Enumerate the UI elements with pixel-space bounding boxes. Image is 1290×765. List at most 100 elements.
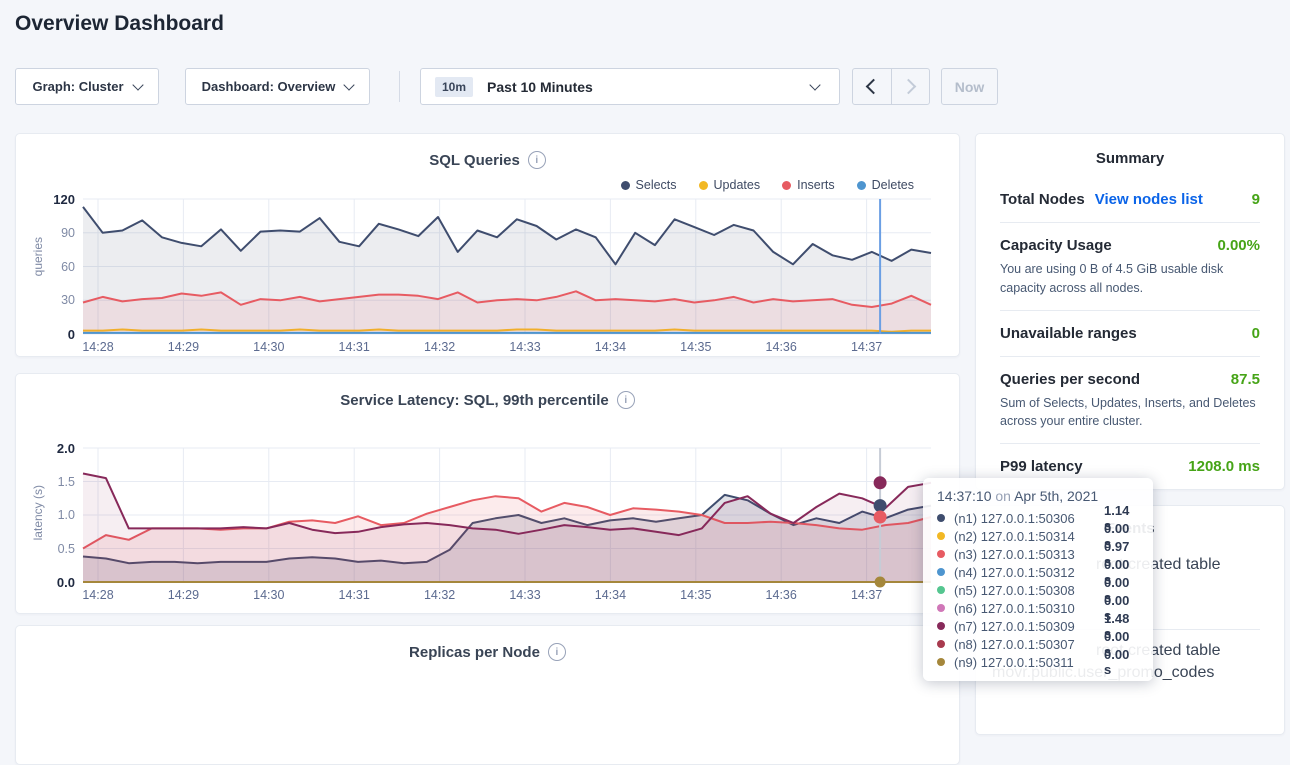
legend-dot xyxy=(699,181,708,190)
x-axis-tick: 14:31 xyxy=(339,588,370,602)
legend-item[interactable]: Updates xyxy=(699,178,761,192)
graph-dropdown-label: Graph: Cluster xyxy=(32,79,123,94)
y-axis-label: latency (s) xyxy=(31,485,45,540)
x-axis-tick: 14:30 xyxy=(253,340,284,354)
node-latency-value: 0.00 s xyxy=(1104,647,1139,677)
tooltip-timestamp: 14:37:10 on Apr 5th, 2021 xyxy=(937,488,1139,504)
p99-latency-value: 1208.0 ms xyxy=(1188,458,1260,475)
tooltip-node-row: (n9) 127.0.0.1:503110.00 s xyxy=(937,653,1139,671)
replicas-chart-title: Replicas per Node xyxy=(409,644,540,661)
chevron-left-icon xyxy=(866,79,882,95)
time-prev-button[interactable] xyxy=(853,69,891,104)
info-icon[interactable]: i xyxy=(617,391,635,409)
y-axis-tick: 0 xyxy=(17,327,75,342)
x-axis-tick: 14:34 xyxy=(595,588,626,602)
capacity-usage-value: 0.00% xyxy=(1217,237,1260,254)
node-address: (n1) 127.0.0.1:50306 xyxy=(954,511,1104,526)
node-address: (n4) 127.0.0.1:50312 xyxy=(954,565,1104,580)
total-nodes-row: Total Nodes View nodes list 9 xyxy=(1000,177,1260,222)
chevron-down-icon xyxy=(809,79,820,90)
node-color-dot xyxy=(937,622,945,630)
qps-subtext: Sum of Selects, Updates, Inserts, and De… xyxy=(1000,394,1260,432)
qps-value: 87.5 xyxy=(1231,371,1260,388)
dashboard-dropdown-label: Dashboard: Overview xyxy=(202,79,336,94)
x-axis-tick: 14:32 xyxy=(424,340,455,354)
info-icon[interactable]: i xyxy=(528,151,546,169)
legend-dot xyxy=(857,181,866,190)
chevron-right-icon xyxy=(900,79,916,95)
x-axis-tick: 14:33 xyxy=(509,588,540,602)
time-range-picker[interactable]: 10m Past 10 Minutes xyxy=(420,68,840,105)
capacity-usage-subtext: You are using 0 B of 4.5 GiB usable disk… xyxy=(1000,260,1260,298)
x-axis-tick: 14:32 xyxy=(424,588,455,602)
unavailable-ranges-value: 0 xyxy=(1252,325,1260,342)
service-latency-chart-card: Service Latency: SQL, 99th percentile i … xyxy=(15,373,960,614)
node-address: (n7) 127.0.0.1:50309 xyxy=(954,619,1104,634)
y-axis-tick: 90 xyxy=(17,226,75,240)
node-address: (n5) 127.0.0.1:50308 xyxy=(954,583,1104,598)
sql-queries-legend: Selects Updates Inserts Deletes xyxy=(621,178,914,192)
replicas-per-node-chart-card: Replicas per Node i xyxy=(15,625,960,765)
summary-panel: Summary Total Nodes View nodes list 9 Ca… xyxy=(975,133,1285,490)
x-axis-tick: 14:37 xyxy=(851,340,882,354)
capacity-usage-label: Capacity Usage xyxy=(1000,237,1112,254)
node-color-dot xyxy=(937,658,945,666)
node-color-dot xyxy=(937,586,945,594)
x-axis-tick: 14:34 xyxy=(595,340,626,354)
y-axis-tick: 1.5 xyxy=(17,475,75,489)
p99-latency-label: P99 latency xyxy=(1000,458,1083,475)
x-axis-tick: 14:35 xyxy=(680,340,711,354)
legend-dot xyxy=(782,181,791,190)
chevron-down-icon xyxy=(132,79,143,90)
now-button[interactable]: Now xyxy=(941,68,998,105)
graph-dropdown[interactable]: Graph: Cluster xyxy=(15,68,159,105)
x-axis-tick: 14:30 xyxy=(253,588,284,602)
y-axis-tick: 1.0 xyxy=(17,508,75,522)
view-nodes-list-link[interactable]: View nodes list xyxy=(1095,191,1203,208)
y-axis-tick: 0.5 xyxy=(17,542,75,556)
legend-item[interactable]: Selects xyxy=(621,178,677,192)
time-next-button[interactable] xyxy=(891,69,930,104)
x-axis-tick: 14:28 xyxy=(82,588,113,602)
node-address: (n6) 127.0.0.1:50310 xyxy=(954,601,1104,616)
node-color-dot xyxy=(937,568,945,576)
legend-item[interactable]: Inserts xyxy=(782,178,835,192)
x-axis-tick: 14:35 xyxy=(680,588,711,602)
info-icon[interactable]: i xyxy=(548,643,566,661)
node-color-dot xyxy=(937,532,945,540)
qps-label: Queries per second xyxy=(1000,371,1140,388)
time-range-label: Past 10 Minutes xyxy=(487,79,593,95)
total-nodes-label: Total Nodes xyxy=(1000,191,1085,208)
dashboard-dropdown[interactable]: Dashboard: Overview xyxy=(185,68,370,105)
toolbar-divider xyxy=(399,71,400,102)
node-color-dot xyxy=(937,640,945,648)
node-color-dot xyxy=(937,604,945,612)
x-axis-tick: 14:33 xyxy=(509,340,540,354)
page-title: Overview Dashboard xyxy=(15,12,224,36)
chevron-down-icon xyxy=(344,79,355,90)
time-range-badge: 10m xyxy=(435,77,473,97)
x-axis-tick: 14:31 xyxy=(339,340,370,354)
y-axis-tick: 2.0 xyxy=(17,441,75,456)
node-address: (n2) 127.0.0.1:50314 xyxy=(954,529,1104,544)
legend-dot xyxy=(621,181,630,190)
unavailable-ranges-row: Unavailable ranges 0 xyxy=(1000,310,1260,356)
x-axis-tick: 14:37 xyxy=(851,588,882,602)
x-axis-tick: 14:36 xyxy=(766,588,797,602)
node-address: (n8) 127.0.0.1:50307 xyxy=(954,637,1104,652)
chart-hover-tooltip: 14:37:10 on Apr 5th, 2021 (n1) 127.0.0.1… xyxy=(923,478,1153,681)
service-latency-chart-title: Service Latency: SQL, 99th percentile xyxy=(340,392,608,409)
unavailable-ranges-label: Unavailable ranges xyxy=(1000,325,1137,342)
node-color-dot xyxy=(937,514,945,522)
node-address: (n3) 127.0.0.1:50313 xyxy=(954,547,1104,562)
y-axis-tick: 30 xyxy=(17,293,75,307)
legend-item[interactable]: Deletes xyxy=(857,178,914,192)
x-axis-tick: 14:29 xyxy=(168,340,199,354)
x-axis-tick: 14:36 xyxy=(766,340,797,354)
sql-queries-chart-title: SQL Queries xyxy=(429,152,520,169)
x-axis-tick: 14:29 xyxy=(168,588,199,602)
y-axis-tick: 0.0 xyxy=(17,575,75,590)
node-address: (n9) 127.0.0.1:50311 xyxy=(954,655,1104,670)
y-axis-tick: 120 xyxy=(17,192,75,207)
node-color-dot xyxy=(937,550,945,558)
